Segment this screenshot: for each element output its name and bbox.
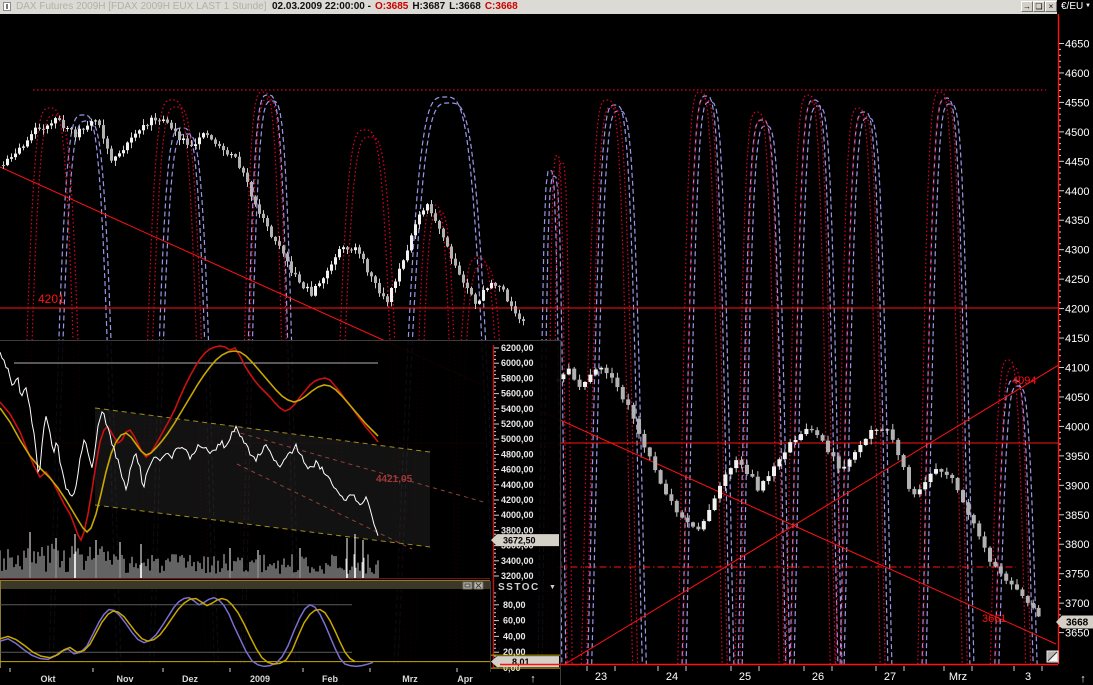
svg-text:8,01: 8,01 [512,657,530,667]
price-axis-label: 3800 [1065,539,1089,551]
time-axis-label: 24 [666,671,678,683]
price-axis-label: 4650 [1065,38,1089,50]
inset-month-label: Mrz [402,674,418,684]
svg-text:3668: 3668 [1066,618,1089,629]
price-axis-label: 4500 [1065,127,1089,139]
inset-axis-label: 5200,00 [501,419,534,429]
price-axis-label: 4300 [1065,245,1089,257]
instrument-selector[interactable]: €/EU ▼ [1057,0,1093,14]
ohlc-readout: 02.03.2009 22:00:00 - O:3685 H:3687 L:3668 C… [272,1,522,12]
channel-value-label: 4421,05 [376,474,413,485]
price-axis-label: 3650 [1065,628,1089,640]
price-axis-label: 4600 [1065,68,1089,80]
main-price-axis[interactable]: 4650 4600 4550 4500 4450 4400 4350 4300 4250 4200… [1056,14,1093,664]
high-value: H:3687 [412,1,445,12]
instrument-label: €/EU [1061,1,1083,12]
close-button[interactable]: × [1045,1,1057,12]
svg-text:3672,50: 3672,50 [503,536,536,546]
chart-canvas[interactable]: 4201 4094 3661 4421,05 6200,00 6000,00 5800,00… [0,0,1093,685]
inset-chart-window[interactable]: 4421,05 6200,00 6000,00 5800,00 5600,00 5400,… [0,340,561,685]
price-axis-label: 3900 [1065,480,1089,492]
time-axis-label: 26 [812,671,824,683]
level-label-4201: 4201 [38,292,65,306]
scroll-up-arrow-icon[interactable]: ↑ [530,673,536,685]
inset-axis-label: 3800,00 [501,525,534,535]
stoch-axis-label: 80,00 [503,600,526,610]
price-axis-label: 3850 [1065,510,1089,522]
resize-handle[interactable] [1047,651,1058,662]
stoch-dropdown-icon[interactable]: ▼ [549,584,556,591]
inset-axis-label: 4200,00 [501,495,534,505]
price-axis-label: 4550 [1065,97,1089,109]
inset-axis-label: 3200,00 [501,571,534,581]
time-axis-label: 25 [739,671,751,683]
inset-axis-label: 4600,00 [501,465,534,475]
scroll-up-arrow-icon[interactable]: ↑ [1080,673,1086,685]
inset-axis-label: 4800,00 [501,449,534,459]
system-menu-icon[interactable] [3,2,11,11]
price-axis-label: 3950 [1065,451,1089,463]
stoch-axis-label: 20,00 [503,647,526,657]
price-axis-label: 3750 [1065,569,1089,581]
inset-month-label: Feb [322,674,339,684]
low-value: L:3668 [449,1,481,12]
price-axis-label: 4350 [1065,215,1089,227]
price-axis-label: 4000 [1065,421,1089,433]
time-axis-label: Mrz [949,671,967,683]
stoch-axis-label: 40,00 [503,631,526,641]
trading-app-window: DAX Futures 2009H [FDAX 2009H EUX LAST 1… [0,0,1093,685]
inset-month-label: Nov [116,674,133,684]
inset-month-label: Dez [182,674,199,684]
window-title: DAX Futures 2009H [FDAX 2009H EUX LAST 1… [16,1,267,12]
inset-axis-label: 5800,00 [501,373,534,383]
inset-restore-icon[interactable] [463,582,472,589]
price-axis-label: 4400 [1065,186,1089,198]
chevron-down-icon: ▼ [1085,3,1091,9]
price-axis-label: 4150 [1065,333,1089,345]
inset-axis-label: 5600,00 [501,389,534,399]
inset-axis-label: 6000,00 [501,358,534,368]
stoch-indicator-label: SSTOC [498,582,540,593]
inset-close-icon[interactable] [474,582,483,589]
inset-axis-label: 4400,00 [501,480,534,490]
price-axis-label: 4050 [1065,392,1089,404]
inset-axis-label: 6200,00 [501,343,534,353]
price-axis-label: 4450 [1065,156,1089,168]
trendline-label-4094: 4094 [1012,375,1036,387]
inset-month-label: 2009 [250,674,270,684]
restore-button[interactable]: ❏ [1033,1,1045,12]
main-time-axis[interactable]: 23 24 25 26 27 Mrz 3 [500,665,1058,684]
inset-axis-label: 5000,00 [501,434,534,444]
time-axis-label: 27 [884,671,896,683]
inset-month-label: Okt [40,674,55,684]
open-value: O:3685 [375,1,408,12]
price-axis-label: 3700 [1065,598,1089,610]
inset-month-label: Apr [457,674,473,684]
inset-axis-label: 4000,00 [501,510,534,520]
price-axis-label: 4250 [1065,274,1089,286]
inset-axis-label: 5400,00 [501,404,534,414]
stoch-axis-label: 60,00 [503,616,526,626]
detach-button[interactable]: → [1021,1,1033,12]
datetime-text: 02.03.2009 22:00:00 - [272,1,371,12]
trendline-label-3661: 3661 [982,613,1006,625]
inset-panel-separator[interactable] [0,581,490,589]
time-axis-label: 23 [595,671,607,683]
title-bar: DAX Futures 2009H [FDAX 2009H EUX LAST 1… [0,0,1057,14]
close-value: C:3668 [485,1,518,12]
candles-left-section [2,113,525,325]
time-axis-label: 3 [1025,671,1031,683]
price-axis-label: 4200 [1065,304,1089,316]
inset-axis-label: 3400,00 [501,556,534,566]
price-axis-label: 4100 [1065,363,1089,375]
